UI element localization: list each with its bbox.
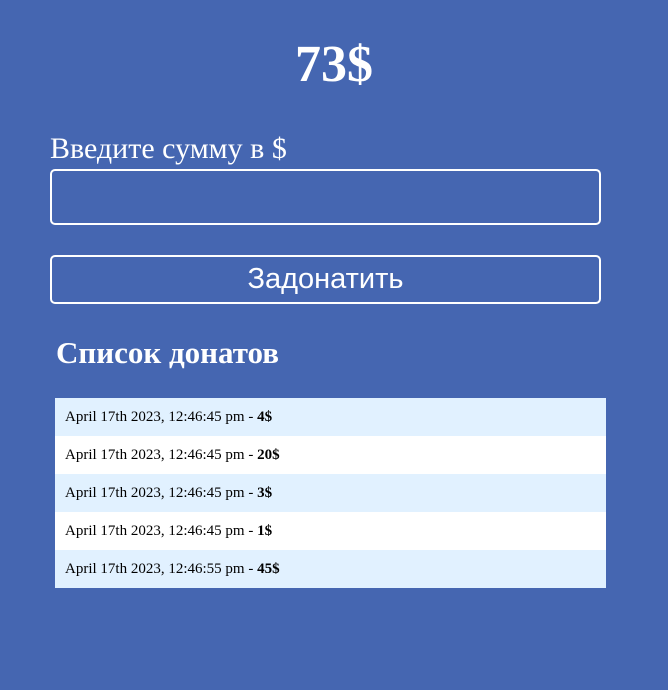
amount-label: Введите сумму в $ <box>50 132 287 165</box>
donation-amount: 4$ <box>257 409 273 425</box>
donation-timestamp: April 17th 2023, 12:46:55 pm <box>65 561 245 577</box>
donation-timestamp: April 17th 2023, 12:46:45 pm <box>65 409 245 425</box>
donation-item: April 17th 2023, 12:46:45 pm - 4$ <box>55 398 606 436</box>
donation-amount: 20$ <box>257 447 280 463</box>
total-amount: 73$ <box>295 36 373 93</box>
donation-separator: - <box>244 561 258 577</box>
donation-list-title: Список донатов <box>56 335 280 370</box>
donation-amount: 3$ <box>257 485 273 501</box>
donate-button[interactable]: Задонатить <box>50 255 601 304</box>
amount-input[interactable] <box>50 169 601 225</box>
donation-separator: - <box>244 409 258 425</box>
donation-item: April 17th 2023, 12:46:45 pm - 1$ <box>55 512 606 550</box>
donation-separator: - <box>244 485 258 501</box>
donation-timestamp: April 17th 2023, 12:46:45 pm <box>65 447 245 463</box>
donation-separator: - <box>244 523 258 539</box>
donation-amount: 45$ <box>257 561 280 577</box>
donation-timestamp: April 17th 2023, 12:46:45 pm <box>65 485 245 501</box>
donation-timestamp: April 17th 2023, 12:46:45 pm <box>65 523 245 539</box>
donation-item: April 17th 2023, 12:46:45 pm - 3$ <box>55 474 606 512</box>
donation-item: April 17th 2023, 12:46:45 pm - 20$ <box>55 436 606 474</box>
donation-amount: 1$ <box>257 523 273 539</box>
donation-separator: - <box>244 447 258 463</box>
donation-list: April 17th 2023, 12:46:45 pm - 4$ April … <box>55 398 606 588</box>
donation-item: April 17th 2023, 12:46:55 pm - 45$ <box>55 550 606 588</box>
